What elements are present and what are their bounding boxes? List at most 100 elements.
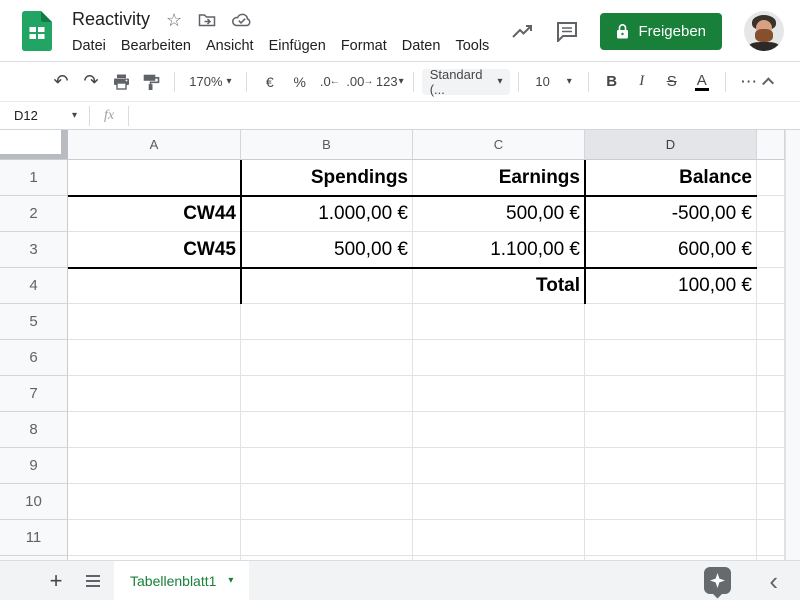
cell-e8[interactable] xyxy=(757,412,785,448)
cell-b1[interactable]: Spendings xyxy=(241,160,413,196)
cell-b3[interactable]: 500,00 € xyxy=(241,232,413,268)
cell-d5[interactable] xyxy=(585,304,757,340)
row-header-6[interactable]: 6 xyxy=(0,340,68,376)
row-header-4[interactable]: 4 xyxy=(0,268,68,304)
row-header-9[interactable]: 9 xyxy=(0,448,68,484)
cell-e9[interactable] xyxy=(757,448,785,484)
increase-decimals-button[interactable]: .00→ xyxy=(347,69,373,95)
menu-tools[interactable]: Tools xyxy=(455,38,489,54)
cell-d4[interactable]: 100,00 € xyxy=(585,268,757,304)
vertical-scrollbar[interactable] xyxy=(785,130,800,560)
cell-d2[interactable]: -500,00 € xyxy=(585,196,757,232)
cell-d11[interactable] xyxy=(585,520,757,556)
row-header-10[interactable]: 10 xyxy=(0,484,68,520)
cell-c10[interactable] xyxy=(413,484,585,520)
cell-a5[interactable] xyxy=(68,304,241,340)
row-header-11[interactable]: 11 xyxy=(0,520,68,556)
cell-b2[interactable]: 1.000,00 € xyxy=(241,196,413,232)
currency-format-button[interactable]: € xyxy=(257,69,283,95)
paint-format-button[interactable] xyxy=(138,69,164,95)
menu-ansicht[interactable]: Ansicht xyxy=(206,38,254,54)
cell-e11[interactable] xyxy=(757,520,785,556)
sheet-tab[interactable]: Tabellenblatt1 ▾ xyxy=(114,561,249,600)
cell-d3[interactable]: 600,00 € xyxy=(585,232,757,268)
cell-c8[interactable] xyxy=(413,412,585,448)
cell-e7[interactable] xyxy=(757,376,785,412)
cell-c4[interactable]: Total xyxy=(413,268,585,304)
undo-button[interactable]: ↶ xyxy=(48,69,74,95)
cell-b10[interactable] xyxy=(241,484,413,520)
redo-button[interactable]: ↷ xyxy=(78,69,104,95)
row-header-1[interactable]: 1 xyxy=(0,160,68,196)
decrease-decimals-button[interactable]: .0← xyxy=(317,69,343,95)
cell-d8[interactable] xyxy=(585,412,757,448)
cell-d9[interactable] xyxy=(585,448,757,484)
caret-down-icon[interactable]: ▾ xyxy=(228,575,233,586)
row-header-7[interactable]: 7 xyxy=(0,376,68,412)
more-toolbar-button[interactable]: ⋯ xyxy=(736,69,762,95)
move-folder-icon[interactable] xyxy=(198,12,216,28)
menu-bearbeiten[interactable]: Bearbeiten xyxy=(121,38,191,54)
formula-input[interactable] xyxy=(131,102,800,129)
collapse-toolbar-button[interactable] xyxy=(762,77,774,89)
cell-e10[interactable] xyxy=(757,484,785,520)
caret-down-icon[interactable]: ▾ xyxy=(72,110,77,121)
cell-c7[interactable] xyxy=(413,376,585,412)
cell-c1[interactable]: Earnings xyxy=(413,160,585,196)
cell-a3[interactable]: CW45 xyxy=(68,232,241,268)
cell-e3[interactable] xyxy=(757,232,785,268)
chevron-left-icon[interactable]: ‹ xyxy=(769,571,778,591)
cell-c9[interactable] xyxy=(413,448,585,484)
cell-e4[interactable] xyxy=(757,268,785,304)
cell-a8[interactable] xyxy=(68,412,241,448)
cell-a9[interactable] xyxy=(68,448,241,484)
column-header-d[interactable]: D xyxy=(585,130,757,160)
menu-einfuegen[interactable]: Einfügen xyxy=(269,38,326,54)
cell-c3[interactable]: 1.100,00 € xyxy=(413,232,585,268)
row-header-5[interactable]: 5 xyxy=(0,304,68,340)
share-button[interactable]: Freigeben xyxy=(600,13,722,50)
column-header-c[interactable]: C xyxy=(413,130,585,160)
all-sheets-button[interactable] xyxy=(86,575,100,577)
cell-e5[interactable] xyxy=(757,304,785,340)
menu-datei[interactable]: Datei xyxy=(72,38,106,54)
row-header-8[interactable]: 8 xyxy=(0,412,68,448)
italic-button[interactable]: I xyxy=(629,69,655,95)
select-all-corner[interactable] xyxy=(0,130,68,160)
menu-format[interactable]: Format xyxy=(341,38,387,54)
cell-d6[interactable] xyxy=(585,340,757,376)
cell-a1[interactable] xyxy=(68,160,241,196)
cell-d7[interactable] xyxy=(585,376,757,412)
row-header-2[interactable]: 2 xyxy=(0,196,68,232)
cell-b9[interactable] xyxy=(241,448,413,484)
row-header-3[interactable]: 3 xyxy=(0,232,68,268)
cell-b7[interactable] xyxy=(241,376,413,412)
cell-c6[interactable] xyxy=(413,340,585,376)
bold-button[interactable]: B xyxy=(599,69,625,95)
cell-c5[interactable] xyxy=(413,304,585,340)
cell-d1[interactable]: Balance xyxy=(585,160,757,196)
sheets-logo-icon[interactable] xyxy=(22,11,52,51)
explore-button[interactable] xyxy=(704,567,731,594)
document-title[interactable]: Reactivity xyxy=(72,9,150,30)
avatar[interactable] xyxy=(744,11,784,51)
cloud-saved-icon[interactable] xyxy=(232,12,252,27)
cell-a10[interactable] xyxy=(68,484,241,520)
cell-e2[interactable] xyxy=(757,196,785,232)
cell-d10[interactable] xyxy=(585,484,757,520)
font-select[interactable]: Standard (... ▾ xyxy=(422,69,511,95)
column-header-b[interactable]: B xyxy=(241,130,413,160)
cell-a2[interactable]: CW44 xyxy=(68,196,241,232)
cell-c11[interactable] xyxy=(413,520,585,556)
name-box[interactable]: D12 xyxy=(0,108,72,123)
cell-b4[interactable] xyxy=(241,268,413,304)
cell-b5[interactable] xyxy=(241,304,413,340)
cell-b11[interactable] xyxy=(241,520,413,556)
cell-a11[interactable] xyxy=(68,520,241,556)
cell-e6[interactable] xyxy=(757,340,785,376)
cell-b6[interactable] xyxy=(241,340,413,376)
cell-a4[interactable] xyxy=(68,268,241,304)
cell-a6[interactable] xyxy=(68,340,241,376)
strikethrough-button[interactable]: S xyxy=(659,69,685,95)
cell-e1[interactable] xyxy=(757,160,785,196)
